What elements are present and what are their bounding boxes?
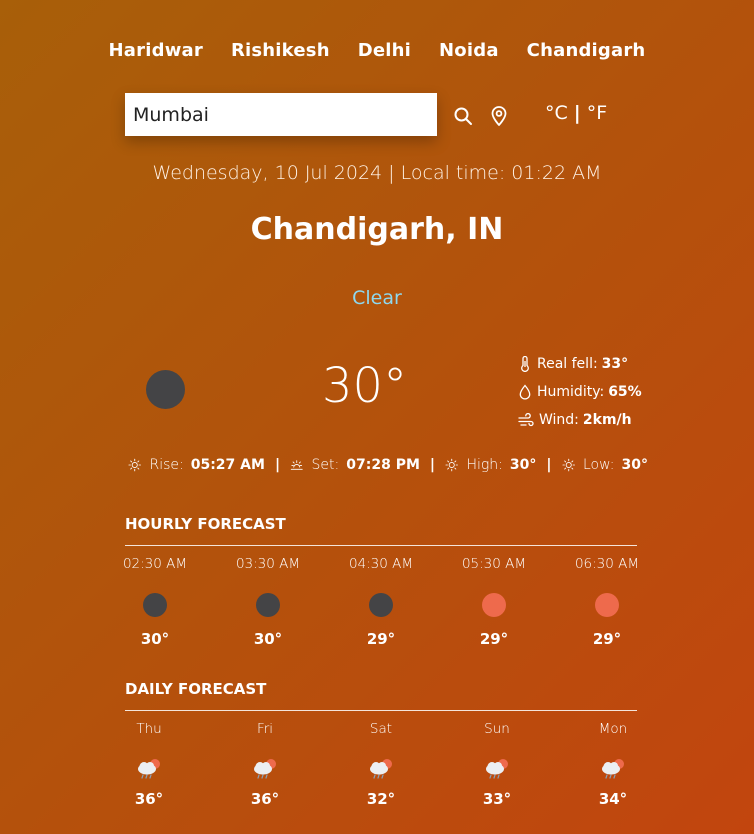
date-time-text: Wednesday, 10 Jul 2024 | Local time: 01:… xyxy=(152,162,602,184)
thermometer-icon xyxy=(521,356,529,372)
hourly-item: 02:30 AM 30° xyxy=(99,556,211,648)
wind-row: Wind: 2km/h xyxy=(518,406,658,434)
hourly-item: 05:30 AM 29° xyxy=(438,556,550,648)
hourly-forecast-title: HOURLY FORECAST xyxy=(125,515,286,533)
high-value: 30° xyxy=(509,457,537,473)
sunset-value: 07:28 PM xyxy=(346,457,420,473)
city-link-noida[interactable]: Noida xyxy=(439,40,499,61)
hourly-time: 05:30 AM xyxy=(461,556,527,572)
daily-temp: 36° xyxy=(250,790,280,808)
hourly-temp: 29° xyxy=(592,630,622,648)
city-links: Haridwar Rishikesh Delhi Noida Chandigar… xyxy=(0,40,754,61)
sunset-label: Set: xyxy=(311,457,340,473)
daily-temp: 36° xyxy=(134,790,164,808)
rain-cloud-sun-icon xyxy=(602,759,624,779)
daily-forecast-title: DAILY FORECAST xyxy=(125,680,267,698)
sunrise-icon xyxy=(128,458,141,472)
hourly-time: 06:30 AM xyxy=(574,556,640,572)
hourly-temp: 30° xyxy=(253,630,283,648)
droplet-icon xyxy=(519,384,531,400)
daily-temp: 33° xyxy=(482,790,512,808)
high-label: High: xyxy=(466,457,503,473)
daily-item: Mon 34° xyxy=(557,721,669,808)
search-icon[interactable] xyxy=(453,106,473,126)
hourly-time: 03:30 AM xyxy=(235,556,301,572)
sun-icon xyxy=(482,593,506,617)
separator: | xyxy=(274,457,281,473)
separator: | xyxy=(546,457,552,473)
hourly-temp: 29° xyxy=(366,630,396,648)
daily-divider xyxy=(125,710,637,711)
search-box xyxy=(125,93,437,136)
daily-day: Mon xyxy=(598,721,628,737)
low-value: 30° xyxy=(621,457,648,473)
hourly-item: 04:30 AM 29° xyxy=(325,556,437,648)
hourly-item: 06:30 AM 29° xyxy=(551,556,663,648)
real-feel-value: 33° xyxy=(601,356,629,372)
moon-icon xyxy=(369,593,393,617)
celsius-button[interactable]: °C xyxy=(545,102,568,124)
current-temperature: 30° xyxy=(322,358,408,414)
city-link-chandigarh[interactable]: Chandigarh xyxy=(527,40,646,61)
humidity-value: 65% xyxy=(608,384,642,400)
daily-temp: 34° xyxy=(598,790,628,808)
fahrenheit-button[interactable]: °F xyxy=(587,102,607,124)
sunrise-value: 05:27 AM xyxy=(190,457,265,473)
daily-item: Sat 32° xyxy=(325,721,437,808)
hourly-temp: 29° xyxy=(479,630,509,648)
search-input[interactable] xyxy=(125,102,425,127)
humidity-label: Humidity: xyxy=(537,384,605,400)
real-feel-label: Real fell: xyxy=(537,356,598,372)
city-link-delhi[interactable]: Delhi xyxy=(358,40,411,61)
daily-item: Thu 36° xyxy=(93,721,205,808)
wind-icon xyxy=(518,413,534,427)
daily-temp: 32° xyxy=(366,790,396,808)
hourly-forecast-list: 02:30 AM 30° 03:30 AM 30° 04:30 AM 29° 0… xyxy=(99,556,663,648)
sun-low-icon xyxy=(562,458,575,472)
weather-condition: Clear xyxy=(352,287,402,309)
hourly-time: 02:30 AM xyxy=(122,556,188,572)
hourly-time: 04:30 AM xyxy=(348,556,414,572)
rain-cloud-sun-icon xyxy=(370,759,392,779)
rain-cloud-sun-icon xyxy=(138,759,160,779)
moon-icon xyxy=(146,370,185,409)
hourly-divider xyxy=(125,545,637,546)
separator: | xyxy=(429,457,436,473)
daily-item: Fri 36° xyxy=(209,721,321,808)
daily-day: Thu xyxy=(136,721,162,737)
wind-value: 2km/h xyxy=(582,412,632,428)
sunset-icon xyxy=(290,460,303,470)
moon-icon xyxy=(256,593,280,617)
hourly-item: 03:30 AM 30° xyxy=(212,556,324,648)
sunrise-label: Rise: xyxy=(149,457,184,473)
sun-high-icon xyxy=(445,458,458,472)
location-pin-icon[interactable] xyxy=(489,105,509,127)
real-feel-row: Real fell: 33° xyxy=(518,350,658,378)
rain-cloud-sun-icon xyxy=(486,759,508,779)
daily-day: Sat xyxy=(369,721,393,737)
unit-toggle: °C | °F xyxy=(545,102,607,124)
humidity-row: Humidity: 65% xyxy=(518,378,658,406)
daily-item: Sun 33° xyxy=(441,721,553,808)
low-label: Low: xyxy=(582,457,615,473)
location-title: Chandigarh, IN xyxy=(250,212,504,247)
weather-details: Real fell: 33° Humidity: 65% Wind: 2km/h xyxy=(518,350,658,434)
unit-separator: | xyxy=(573,102,581,124)
daily-day: Fri xyxy=(256,721,274,737)
city-link-rishikesh[interactable]: Rishikesh xyxy=(231,40,330,61)
rain-cloud-sun-icon xyxy=(254,759,276,779)
daily-day: Sun xyxy=(484,721,510,737)
moon-icon xyxy=(143,593,167,617)
sun-icon xyxy=(595,593,619,617)
wind-label: Wind: xyxy=(539,412,579,428)
sun-stats-row: Rise: 05:27 AM | Set: 07:28 PM | High: 3… xyxy=(128,454,648,476)
city-link-haridwar[interactable]: Haridwar xyxy=(109,40,203,61)
daily-forecast-list: Thu 36° Fri 36° Sat 32° Sun 33° Mon 34° xyxy=(93,721,669,808)
hourly-temp: 30° xyxy=(140,630,170,648)
